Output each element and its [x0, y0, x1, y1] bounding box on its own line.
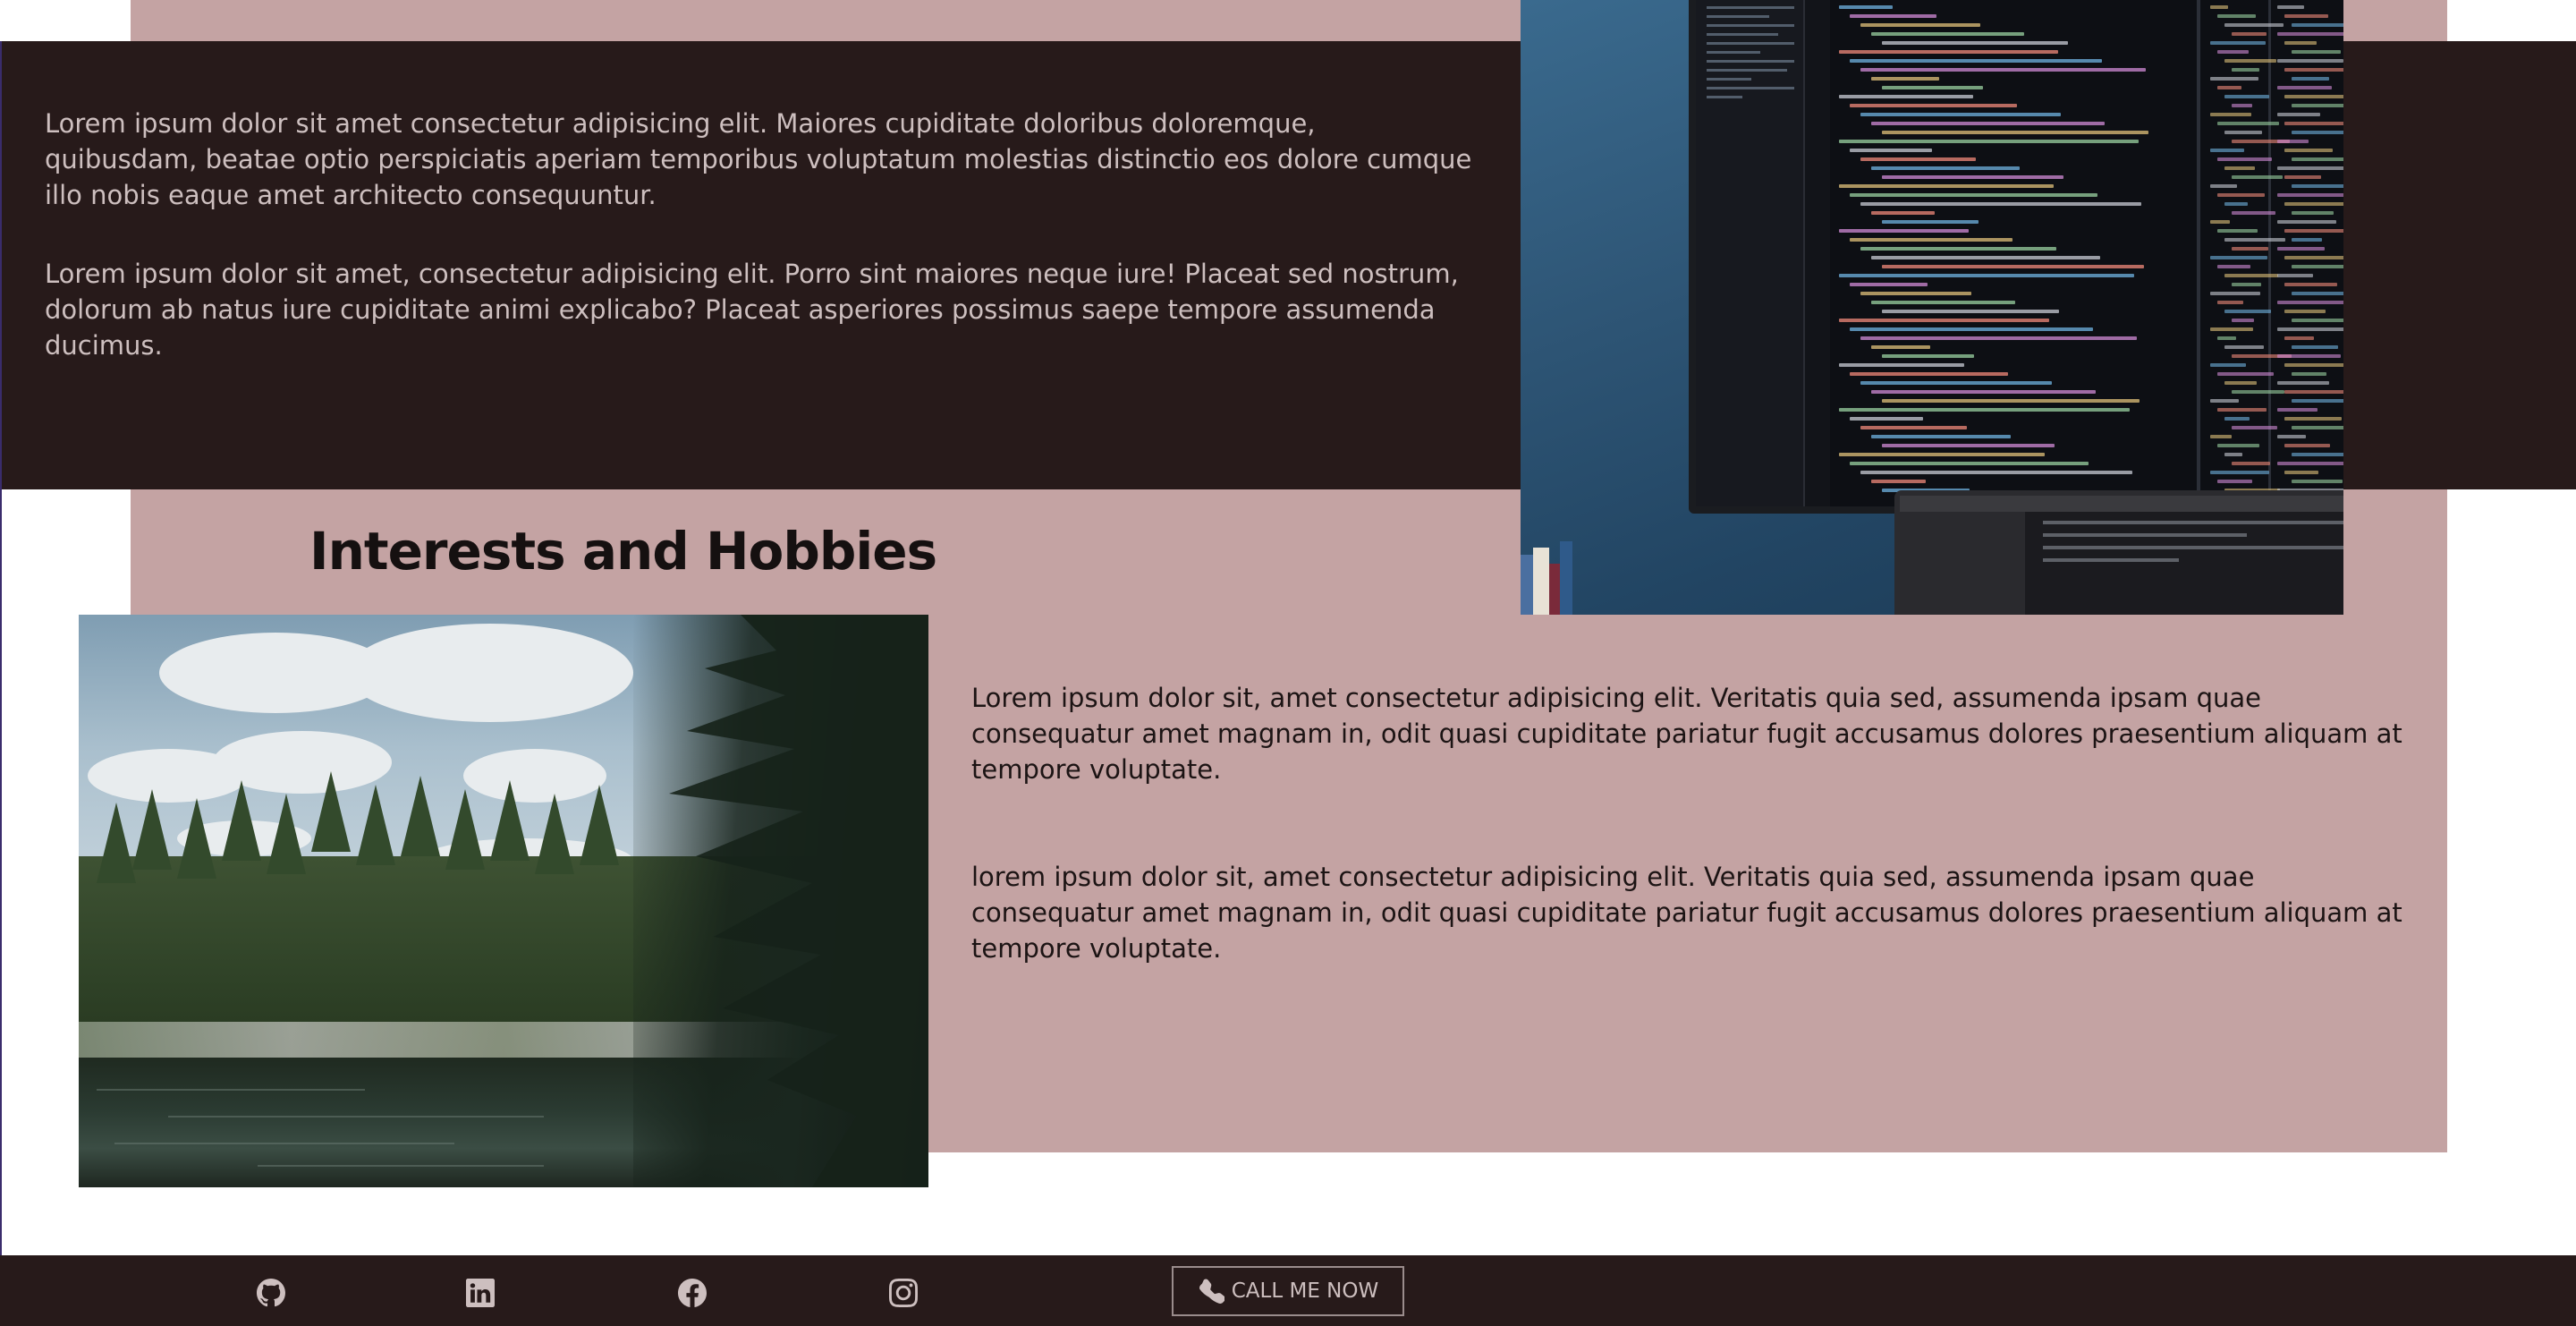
phone-icon	[1199, 1279, 1224, 1304]
github-icon[interactable]	[256, 1278, 286, 1308]
coding-setup-photo-overlay	[1521, 0, 2343, 615]
call-me-label: CALL ME NOW	[1231, 1279, 1379, 1303]
call-me-button[interactable]: CALL ME NOW	[1172, 1266, 1404, 1316]
linkedin-icon[interactable]	[465, 1278, 496, 1308]
about-paragraph-2: Lorem ipsum dolor sit amet, consectetur …	[45, 259, 1459, 361]
hobby-paragraph-1: Lorem ipsum dolor sit, amet consectetur …	[971, 683, 2402, 785]
hobby-paragraph-2: lorem ipsum dolor sit, amet consectetur …	[971, 862, 2402, 964]
about-paragraph-1: Lorem ipsum dolor sit amet consectetur a…	[45, 108, 1472, 210]
instagram-icon[interactable]	[888, 1278, 919, 1308]
section-title-hobbies: Interests and Hobbies	[309, 521, 937, 582]
lake-forest-photo	[79, 615, 928, 1187]
page-edge	[0, 41, 2, 1326]
facebook-icon[interactable]	[677, 1278, 708, 1308]
